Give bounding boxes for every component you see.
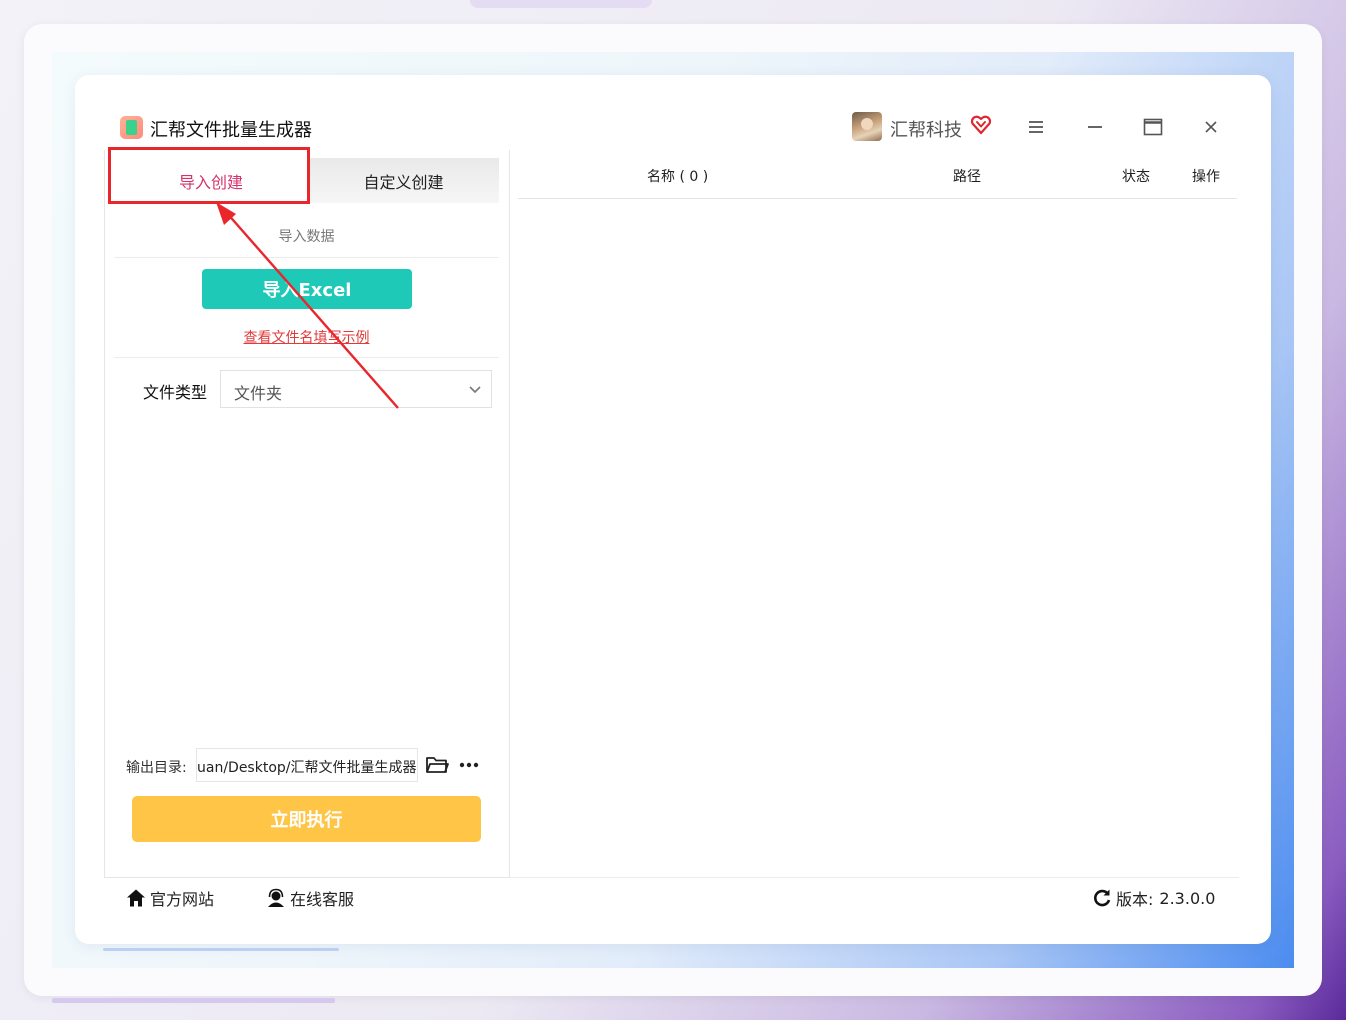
- official-website-label: 官方网站: [150, 890, 215, 909]
- file-type-value: 文件夹: [234, 384, 283, 403]
- version-number: 2.3.0.0: [1159, 888, 1216, 908]
- app-logo-icon: [120, 116, 143, 139]
- support-agent-icon: [268, 888, 284, 907]
- home-icon: [127, 889, 145, 907]
- user-avatar[interactable]: [852, 112, 882, 141]
- minimize-icon[interactable]: [1080, 112, 1110, 142]
- chevron-down-icon: [467, 381, 483, 401]
- column-status[interactable]: 状态: [1122, 166, 1150, 186]
- import-excel-button[interactable]: 导入Excel: [202, 269, 412, 309]
- vip-heart-icon[interactable]: [970, 114, 992, 136]
- official-website-link[interactable]: 官方网站: [126, 886, 214, 910]
- online-support-label: 在线客服: [290, 890, 355, 909]
- filename-example-link[interactable]: 查看文件名填写示例: [114, 327, 499, 347]
- refresh-icon[interactable]: [1092, 888, 1112, 908]
- more-icon[interactable]: [457, 754, 481, 776]
- output-dir-label: 输出目录:: [126, 760, 187, 776]
- online-support-link[interactable]: 在线客服: [266, 886, 354, 910]
- close-icon[interactable]: [1196, 112, 1226, 142]
- file-type-select[interactable]: 文件夹: [220, 370, 492, 408]
- output-dir-value: uan/Desktop/汇帮文件批量生成器: [197, 760, 417, 776]
- output-dir-input[interactable]: uan/Desktop/汇帮文件批量生成器: [196, 748, 418, 782]
- divider: [510, 877, 1239, 878]
- divider: [114, 357, 499, 358]
- folder-open-icon[interactable]: [425, 754, 449, 776]
- frame-accent-line: [52, 998, 335, 1003]
- tab-custom-create[interactable]: 自定义创建: [308, 158, 499, 203]
- maximize-icon[interactable]: [1138, 112, 1168, 142]
- divider: [114, 257, 499, 258]
- execute-button[interactable]: 立即执行: [132, 796, 481, 842]
- background-tab-strip: [470, 0, 652, 8]
- menu-icon[interactable]: [1021, 112, 1051, 142]
- app-title: 汇帮文件批量生成器: [150, 120, 312, 141]
- table-header: 名称 ( 0 ) 路径 状态 操作: [518, 152, 1237, 199]
- import-data-label: 导入数据: [278, 229, 335, 245]
- company-name: 汇帮科技: [890, 120, 962, 141]
- version-info: 版本: 2.3.0.0: [1092, 886, 1215, 910]
- column-name[interactable]: 名称 ( 0 ): [647, 166, 708, 186]
- file-type-label: 文件类型: [143, 383, 208, 402]
- column-path[interactable]: 路径: [953, 166, 981, 186]
- annotation-highlight-box: [108, 147, 310, 204]
- version-label: 版本:: [1116, 890, 1154, 909]
- column-action[interactable]: 操作: [1192, 166, 1220, 186]
- window-accent-line: [103, 948, 339, 951]
